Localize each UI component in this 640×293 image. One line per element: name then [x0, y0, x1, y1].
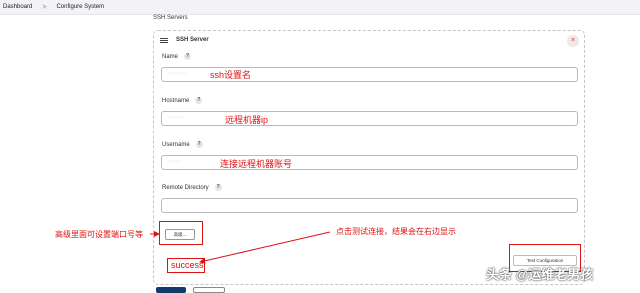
- watermark: 头条 @运维老男孩: [486, 267, 594, 282]
- arrow-test: [199, 231, 331, 264]
- annotation-arrows: [150, 231, 331, 264]
